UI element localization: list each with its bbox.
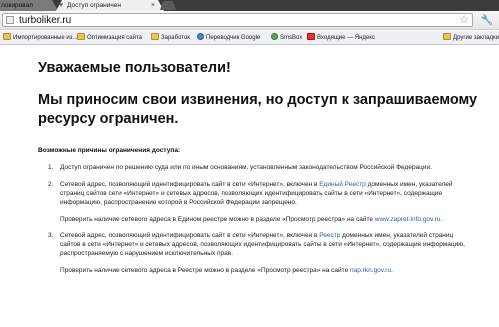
check-text-part: Проверить наличие сетевого адреса в Един…	[60, 216, 375, 223]
check-text-part: Проверить наличие сетевого адреса в Реес…	[60, 267, 350, 274]
heart-icon: ♥	[59, 2, 64, 9]
folder-icon	[77, 33, 85, 40]
folder-icon	[443, 33, 451, 40]
reason-text-part: Сетевой адрес, позволяющий идентифициров…	[60, 181, 320, 188]
reason-text: Сетевой адрес, позволяющий идентифициров…	[60, 231, 468, 258]
reason-check-text: Проверить наличие сетевого адреса в Реес…	[60, 266, 468, 275]
check-text-part: .	[391, 267, 393, 274]
tab-strip: локировал ♥ Доступ ограничен ×	[0, 0, 499, 11]
bookmark-smsbox[interactable]: SmsBox	[271, 31, 302, 45]
bookmark-google-translate[interactable]: Переводчик Google	[197, 31, 260, 45]
reason-text: Сетевой адрес, позволяющий идентифициров…	[60, 180, 468, 207]
browser-toolbar: turboliker.ru ☆ 🔧	[0, 11, 499, 30]
bookmark-label: Переводчик Google	[206, 35, 261, 41]
check-text-part: .	[440, 216, 443, 223]
bookmarks-bar: Импортированные из... Оптимизация сайта …	[0, 31, 499, 45]
reason-text: Доступ ограничен по решению суда или по …	[60, 164, 432, 171]
reason-text-part: Сетевой адрес, позволяющий идентифициров…	[60, 232, 320, 239]
reason-number: 1.	[48, 164, 54, 171]
tab-active[interactable]: ♥ Доступ ограничен ×	[56, 0, 164, 11]
mail-icon	[307, 33, 315, 40]
page-greeting: Уважаемые пользователи!	[38, 60, 231, 76]
reason-item: 2. Сетевой адрес, позволяющий идентифици…	[48, 180, 468, 224]
bookmark-label: Другие закладки	[453, 35, 499, 41]
bookmark-label: SmsBox	[280, 35, 303, 41]
bookmark-label: Заработок	[161, 35, 190, 41]
folder-icon	[3, 33, 11, 40]
folder-icon	[151, 33, 159, 40]
reasons-heading: Возможные причины ограничения доступа:	[38, 147, 181, 154]
tab-previous-label: локировал	[1, 2, 33, 9]
registry-link[interactable]: Единый Реестр	[319, 181, 366, 188]
address-bar[interactable]: turboliker.ru ☆	[2, 13, 473, 27]
reason-number: 3.	[48, 232, 54, 239]
page-title: Мы приносим свои извинения, но доступ к …	[38, 92, 478, 127]
zapret-info-link[interactable]: www.zapret-info.gov.ru	[375, 216, 441, 223]
close-icon[interactable]: ×	[151, 0, 155, 11]
new-tab-button[interactable]	[160, 1, 176, 10]
star-icon[interactable]: ☆	[459, 13, 469, 26]
bookmark-optimization[interactable]: Оптимизация сайта	[77, 31, 142, 45]
bookmark-label: Импортированные из...	[13, 35, 78, 41]
page-favicon-icon	[6, 16, 14, 24]
bookmark-imported[interactable]: Импортированные из...	[3, 31, 78, 45]
translate-icon	[197, 33, 204, 40]
tab-active-label: Доступ ограничен	[67, 2, 121, 9]
bookmark-earnings[interactable]: Заработок	[151, 31, 190, 45]
reason-number: 2.	[48, 181, 54, 188]
bookmark-label: Оптимизация сайта	[87, 35, 142, 41]
bookmark-label: Входящие — Яндекс	[317, 35, 375, 41]
wrench-icon[interactable]: 🔧	[480, 14, 494, 27]
url-text[interactable]: turboliker.ru	[19, 14, 71, 27]
reason-check-text: Проверить наличие сетевого адреса в Един…	[60, 215, 468, 224]
nap-rkn-link[interactable]: nap.rkn.gov.ru	[350, 267, 391, 274]
tab-previous[interactable]: локировал	[0, 0, 58, 11]
registry-link[interactable]: Реестр	[319, 232, 340, 239]
bookmark-other[interactable]: Другие закладки	[443, 31, 499, 45]
bookmark-yandex-mail[interactable]: Входящие — Яндекс	[307, 31, 375, 45]
sms-icon	[271, 33, 278, 40]
reason-item: 3. Сетевой адрес, позволяющий идентифици…	[48, 231, 468, 275]
reason-item: 1. Доступ ограничен по решению суда или …	[48, 163, 468, 172]
